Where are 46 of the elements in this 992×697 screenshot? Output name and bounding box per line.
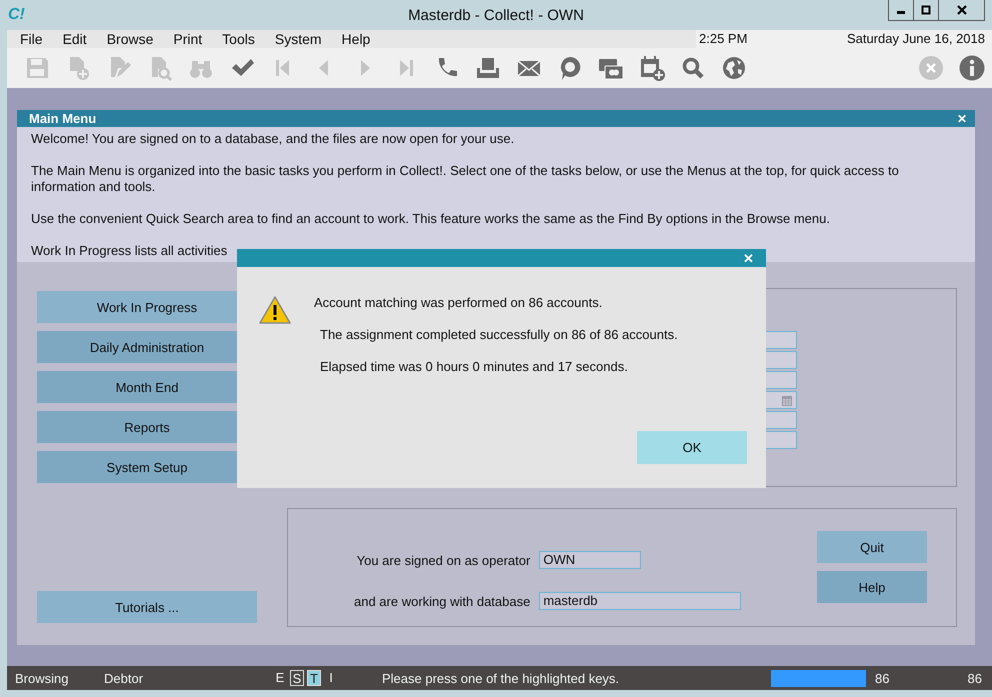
close-icon <box>956 5 966 15</box>
date-text: Saturday June 16, 2018 <box>829 30 992 48</box>
field-label: You are signed on as operator <box>356 552 530 568</box>
dialog-message: The assignment completed successfully on 86 of 86 accounts. <box>319 327 678 343</box>
description-text: Use the convenient Quick Search area to find an account to work. This feature works the same as the Find By options in the Browse menu. <box>31 211 830 227</box>
ok-button[interactable]: OK <box>637 431 747 464</box>
menu-item[interactable]: System <box>262 31 329 47</box>
calendar-add-icon[interactable] <box>639 55 665 81</box>
clock-time: 2:25 PM <box>696 30 829 48</box>
globe-icon[interactable] <box>721 55 747 81</box>
status-message: Please press one of the highlighted keys. <box>382 670 620 686</box>
description-text: Welcome! You are signed on to a database, and the files are now open for your use. <box>31 131 514 147</box>
close-icon[interactable]: ✕ <box>743 250 754 266</box>
menu-item[interactable]: Print <box>160 31 210 47</box>
menu-item[interactable]: Help <box>328 31 378 47</box>
status-text: Browsing <box>15 670 70 686</box>
panel-title: Main Menu <box>29 111 96 126</box>
menu-item[interactable]: Tools <box>209 31 262 47</box>
description-text: The Main Menu is organized into the basic tasks you perform in Collect!. Select one of the tasks below, or use the Menus at the top, for quick access to information and tools. <box>31 163 900 195</box>
tutorials-button[interactable]: Tutorials ... <box>37 591 257 623</box>
status-key[interactable]: S <box>290 670 304 686</box>
menu-item[interactable]: Edit <box>50 31 94 47</box>
printer-icon[interactable] <box>475 55 501 81</box>
action-button[interactable]: Quit <box>817 531 927 563</box>
record-total: 86 <box>968 670 982 686</box>
field-label: and are working with database <box>354 594 530 608</box>
status-key[interactable]: T <box>307 670 321 686</box>
status-key[interactable]: I <box>324 670 338 686</box>
action-button[interactable]: Help <box>817 571 927 603</box>
close-icon[interactable]: ✕ <box>957 112 967 126</box>
maximize-icon <box>921 5 931 15</box>
operator-field[interactable]: OWN <box>539 551 642 569</box>
record-count: 86 <box>875 670 890 686</box>
dialog-message: Account matching was performed on 86 accounts. <box>314 295 604 311</box>
warning-icon <box>259 295 291 325</box>
window-title: Masterdb - Collect! - OWN <box>408 6 584 24</box>
menu-item[interactable]: Browse <box>94 31 160 47</box>
app-logo: C! <box>8 6 25 24</box>
database-field[interactable]: masterdb <box>539 592 742 610</box>
status-key[interactable]: E <box>273 670 287 686</box>
menu-item[interactable]: File <box>7 31 50 47</box>
description-text: Work In Progress lists all activities <box>31 243 228 259</box>
info-icon[interactable] <box>959 55 985 81</box>
dialog-message: Elapsed time was 0 hours 0 minutes and 17 seconds. <box>319 359 629 375</box>
search-icon[interactable] <box>680 55 706 81</box>
status-text: Debtor <box>104 670 144 686</box>
